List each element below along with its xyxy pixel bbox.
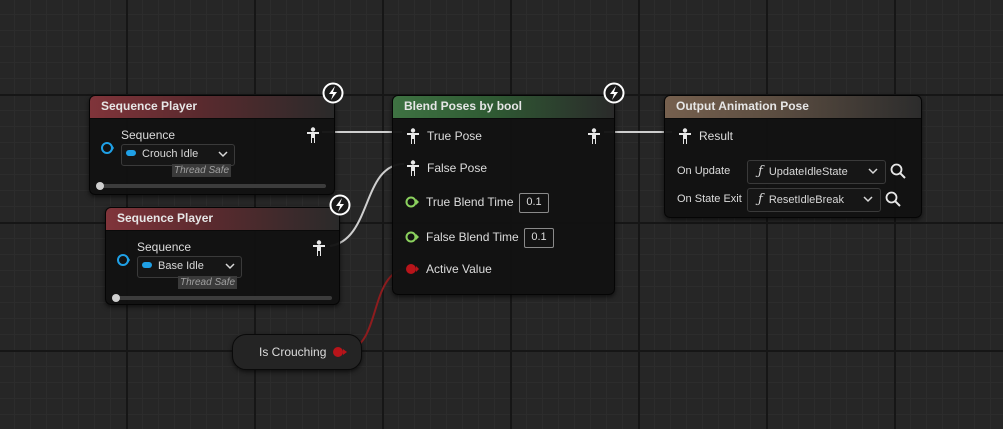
true-blend-time-label: True Blend Time	[426, 195, 514, 209]
lightning-icon	[329, 194, 351, 216]
progress-slider-track[interactable]	[98, 184, 326, 188]
true-pose-pin-icon[interactable]	[406, 128, 420, 144]
pose-output-pin-icon[interactable]	[312, 240, 326, 256]
asset-name: Base Idle	[158, 260, 204, 272]
output-animation-pose-node[interactable]: Output Animation Pose Result On Update ƒ…	[664, 95, 922, 218]
sequence-player-node-base[interactable]: Sequence Player Sequence Base Idle Threa…	[105, 207, 340, 305]
function-name: UpdateIdleState	[768, 166, 848, 178]
function-icon: ƒ	[758, 164, 763, 179]
node-title: Sequence Player	[90, 96, 334, 119]
is-crouching-variable-node[interactable]: Is Crouching	[232, 334, 362, 370]
result-label: Result	[699, 129, 734, 143]
thread-safe-badge: Thread Safe	[178, 276, 238, 289]
pose-output-pin-icon[interactable]	[587, 128, 601, 144]
lightning-icon	[322, 82, 344, 104]
false-blend-time-label: False Blend Time	[426, 230, 519, 244]
thread-safe-badge: Thread Safe	[172, 164, 232, 177]
asset-name: Crouch Idle	[142, 148, 199, 160]
progress-slider-handle[interactable]	[112, 294, 120, 302]
blend-poses-by-bool-node[interactable]: Blend Poses by bool True Pose False Pose…	[392, 95, 615, 295]
sequence-player-node-crouch[interactable]: Sequence Player Sequence Crouch Idle Thr…	[89, 95, 335, 195]
on-state-exit-label: On State Exit	[677, 193, 742, 205]
false-blend-time-pin-icon[interactable]	[405, 231, 420, 243]
sequence-pin-label: Sequence	[137, 240, 192, 254]
on-update-label: On Update	[677, 165, 731, 177]
chevron-down-icon	[863, 196, 873, 203]
variable-name: Is Crouching	[259, 345, 327, 359]
on-state-exit-function-dropdown[interactable]: ƒ ResetIdleBreak	[747, 188, 881, 212]
true-pose-label: True Pose	[427, 129, 482, 143]
false-pose-label: False Pose	[427, 161, 488, 175]
false-pose-pin-icon[interactable]	[406, 160, 420, 176]
node-title: Output Animation Pose	[665, 96, 921, 119]
bool-output-pin-icon[interactable]	[332, 346, 348, 358]
progress-slider-track[interactable]	[114, 296, 332, 300]
sequence-pin-label: Sequence	[121, 128, 176, 142]
active-value-label: Active Value	[426, 262, 492, 276]
function-icon: ƒ	[758, 192, 763, 207]
search-icon[interactable]	[885, 191, 901, 207]
sequence-asset-pin-icon[interactable]	[100, 141, 114, 155]
active-value-pin-icon[interactable]	[405, 263, 420, 275]
result-pose-pin-icon[interactable]	[678, 128, 692, 144]
node-title: Blend Poses by bool	[393, 96, 614, 119]
chevron-down-icon	[868, 168, 878, 175]
animation-asset-icon	[142, 262, 152, 269]
chevron-down-icon	[218, 151, 228, 158]
lightning-icon	[603, 82, 625, 104]
false-blend-time-input[interactable]: 0.1	[524, 228, 554, 248]
pose-output-pin-icon[interactable]	[306, 127, 320, 143]
sequence-asset-dropdown[interactable]: Crouch Idle	[121, 144, 235, 166]
sequence-asset-dropdown[interactable]: Base Idle	[137, 256, 242, 278]
sequence-asset-pin-icon[interactable]	[116, 253, 130, 267]
node-title: Sequence Player	[106, 208, 339, 231]
progress-slider-handle[interactable]	[96, 182, 104, 190]
function-name: ResetIdleBreak	[768, 194, 845, 206]
true-blend-time-input[interactable]: 0.1	[519, 193, 549, 213]
search-icon[interactable]	[890, 163, 906, 179]
animation-asset-icon	[126, 150, 136, 157]
on-update-function-dropdown[interactable]: ƒ UpdateIdleState	[747, 160, 886, 184]
chevron-down-icon	[225, 263, 235, 270]
true-blend-time-pin-icon[interactable]	[405, 196, 420, 208]
